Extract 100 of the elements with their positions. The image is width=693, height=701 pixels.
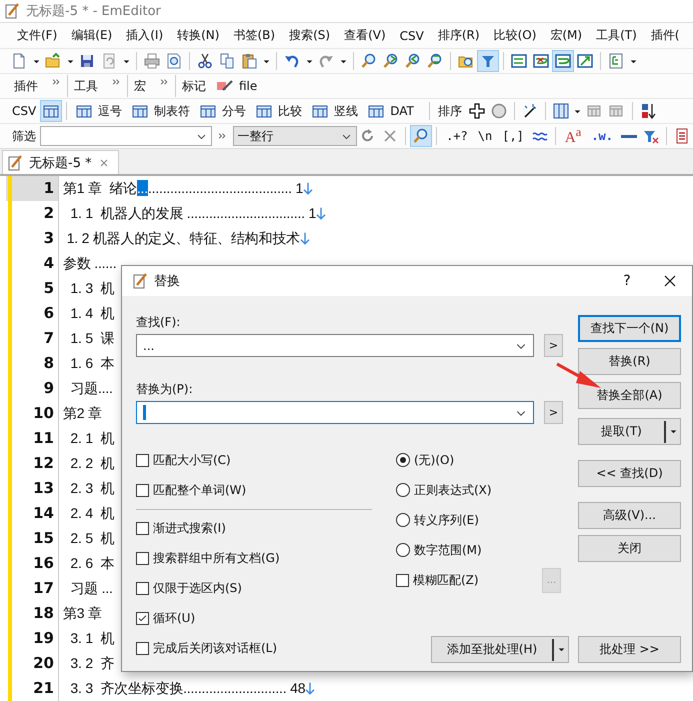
line-number: 15	[6, 526, 59, 551]
dialog-button[interactable]: 替换(R)	[578, 348, 681, 375]
csv-format-button[interactable]: 逗号	[71, 100, 128, 122]
menu-item[interactable]: 转换(N)	[170, 27, 226, 44]
csv-format-button[interactable]: 分号	[195, 100, 252, 122]
toolbar-button[interactable]	[552, 50, 574, 72]
search-icon	[413, 128, 430, 144]
text-cursor	[143, 405, 146, 420]
document-icon	[674, 128, 690, 144]
toolbar-button[interactable]: .w.	[586, 125, 618, 147]
toolbar-button[interactable]: [,]	[497, 125, 529, 147]
toolbar-button[interactable]: \n	[472, 125, 498, 147]
menu-item[interactable]: 工具(T)	[589, 27, 644, 44]
checkbox[interactable]	[136, 552, 149, 564]
checkbox[interactable]	[136, 612, 149, 624]
window-title: 无标题-5 * - EmEditor	[26, 3, 161, 20]
radio-button[interactable]	[396, 513, 410, 527]
editor-app-icon	[132, 273, 148, 289]
radio-button[interactable]	[396, 453, 410, 467]
line-number: 3	[6, 226, 59, 251]
menu-item[interactable]: 插件(	[644, 27, 686, 44]
printer-icon	[144, 53, 160, 69]
checkbox[interactable]	[136, 454, 149, 466]
history-button[interactable]: >	[544, 334, 563, 357]
help-button[interactable]: ?	[612, 273, 642, 289]
line-number: 18	[6, 601, 59, 626]
filter-mode-dropdown[interactable]: 一整行	[232, 126, 358, 146]
menu-item[interactable]: 插入(I)	[119, 27, 170, 44]
scissors-icon	[197, 53, 213, 69]
csv-format-button[interactable]: 竖线	[307, 100, 364, 122]
line-number: 20	[6, 651, 59, 676]
checkbox-label: 仅限于选区内(S)	[153, 580, 242, 596]
add-to-batch-button[interactable]: 添加至批处理(H)	[431, 636, 569, 663]
csv-format-button[interactable]: DAT	[363, 100, 419, 122]
text-line: 1. 3 机	[69, 280, 114, 298]
toolbar-button[interactable]: .+?	[441, 125, 473, 147]
dialog-button[interactable]: 高级(V)...	[578, 502, 681, 529]
batch-button[interactable]: 批处理 >>	[578, 636, 681, 663]
radio-button[interactable]	[396, 543, 410, 557]
menu-item[interactable]: 排序(R)	[430, 27, 487, 44]
more-button[interactable]	[160, 78, 169, 87]
redo-icon	[318, 53, 334, 69]
menu-item[interactable]: 查看(V)	[337, 27, 393, 44]
search-icon	[383, 53, 399, 69]
mark-button[interactable]: file	[212, 75, 262, 97]
radio-label: 数字范围(M)	[414, 542, 482, 558]
checkbox[interactable]	[136, 642, 149, 654]
dialog-button[interactable]: 替换全部(A)	[578, 382, 681, 409]
table-icon	[76, 103, 92, 119]
copy-icon	[219, 53, 235, 69]
menu-item[interactable]: 宏(M)	[543, 27, 590, 44]
radio-button[interactable]	[396, 483, 410, 497]
dialog-button[interactable]: 关闭	[578, 535, 681, 562]
toolbar-button[interactable]	[40, 100, 62, 122]
find-field[interactable]: ...	[136, 334, 534, 357]
radio-label: 转义序列(E)	[414, 512, 479, 528]
menu-item[interactable]: 搜索(S)	[282, 27, 338, 44]
checkbox[interactable]	[136, 582, 149, 594]
toolbar-label: CSV	[11, 104, 38, 118]
menu-item[interactable]: CSV	[392, 28, 431, 42]
text-line: 3. 2 齐	[69, 654, 114, 672]
line-number: 13	[6, 476, 59, 501]
filter-field[interactable]	[40, 126, 212, 146]
filter-icon	[643, 128, 659, 144]
text-line: 1. 2 机器人的定义、特征、结构和技术	[66, 230, 300, 248]
radio-label: 正则表达式(X)	[414, 482, 492, 498]
text-line: 2. 1 机	[69, 430, 114, 448]
dialog-button[interactable]: 提取(T)	[578, 418, 681, 445]
text-line: 习题 ...	[69, 580, 113, 598]
table-icon	[586, 103, 603, 119]
wrap-icon	[577, 53, 593, 69]
document-tab[interactable]: 无标题-5 *	[2, 150, 119, 174]
wrap-icon	[511, 53, 527, 69]
toolbar-label: 宏	[134, 78, 146, 94]
table-icon	[43, 103, 60, 119]
text-line: 1. 5 课	[69, 330, 114, 348]
csv-format-button[interactable]: 制表符	[127, 100, 196, 122]
dialog-button[interactable]: << 查找(D)	[578, 460, 681, 487]
menu-item[interactable]: 文件(F)	[10, 27, 64, 44]
text-line: 1. 1 机器人的发展 ................................ 1	[69, 204, 316, 222]
more-button[interactable]	[112, 78, 121, 87]
replace-field[interactable]	[136, 401, 534, 424]
filter-icon	[480, 53, 496, 69]
table-icon	[312, 103, 328, 119]
toolbar-button[interactable]: A$^{a}$	[560, 125, 586, 147]
dialog-button[interactable]: 查找下一个(N)	[578, 315, 681, 342]
table-icon	[200, 103, 216, 119]
menu-item[interactable]: 编辑(E)	[64, 27, 120, 44]
checkbox[interactable]	[136, 522, 149, 534]
menu-item[interactable]: 比较(O)	[486, 27, 544, 44]
line-number: 21	[6, 676, 59, 701]
history-button[interactable]: >	[544, 401, 563, 424]
checkbox-label: 模糊匹配(Z)	[413, 572, 479, 588]
document-icon	[101, 53, 117, 69]
close-icon	[98, 156, 110, 168]
csv-format-button[interactable]: 比较	[251, 100, 308, 122]
text-line: 2. 6 本	[69, 554, 114, 572]
checkbox[interactable]	[136, 484, 149, 496]
more-button[interactable]	[52, 78, 61, 87]
menu-item[interactable]: 书签(B)	[226, 27, 282, 44]
